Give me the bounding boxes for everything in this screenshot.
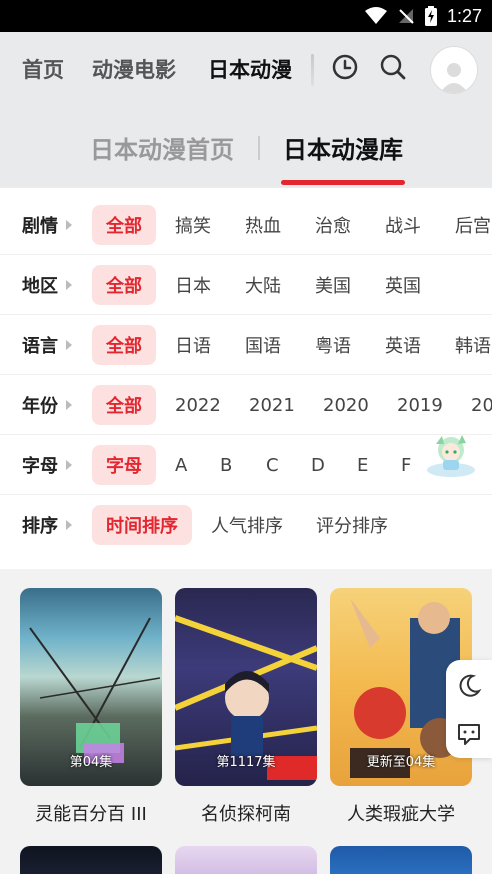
filter-option[interactable]: A — [175, 445, 187, 485]
filter-option[interactable]: 英国 — [385, 265, 421, 305]
user-avatar[interactable] — [430, 46, 478, 94]
filter-option[interactable]: 人气排序 — [211, 505, 283, 545]
filter-option[interactable]: 时间排序 — [92, 505, 192, 545]
tab-home[interactable]: 首页 — [22, 54, 64, 84]
history-button[interactable] — [329, 51, 361, 83]
filter-option[interactable]: 搞笑 — [175, 205, 211, 245]
dark-mode-button[interactable] — [446, 662, 492, 710]
filter-option[interactable]: 全部 — [92, 265, 156, 305]
episode-badge: 第1117集 — [216, 755, 276, 770]
filter-row-year: 年份 全部 2022 2021 2020 2019 20 — [0, 375, 492, 435]
tab-label: 首页 — [22, 58, 64, 82]
caret-right-icon — [66, 400, 72, 410]
poster-image: 第04集 — [20, 588, 162, 786]
card-title: 灵能百分百 III — [35, 804, 147, 825]
anime-card-partial[interactable] — [175, 846, 317, 874]
search-icon — [380, 54, 406, 80]
filter-option[interactable]: 2021 — [249, 385, 295, 425]
caret-right-icon — [66, 340, 72, 350]
filter-option[interactable]: 日本 — [175, 265, 211, 305]
filter-option[interactable]: 后宫 — [455, 205, 491, 245]
sub-tabs: 日本动漫首页 日本动漫库 — [0, 122, 492, 187]
caret-right-icon — [66, 460, 72, 470]
tab-anime-home[interactable]: 日本动漫首页 — [90, 130, 234, 165]
tab-label: 日本动漫首页 — [90, 136, 234, 164]
feedback-icon — [458, 724, 480, 745]
side-toolbar — [446, 660, 492, 758]
poster-image: 第1117集 — [175, 588, 317, 786]
filter-row-genre: 剧情 全部 搞笑 热血 治愈 战斗 后宫 — [0, 195, 492, 255]
filter-label: 语言 — [22, 315, 72, 375]
filter-row-region: 地区 全部 日本 大陆 美国 英国 — [0, 255, 492, 315]
filter-label: 排序 — [22, 495, 72, 555]
moon-icon — [459, 674, 482, 697]
filter-option[interactable]: 治愈 — [315, 205, 351, 245]
signal-icon — [398, 9, 414, 24]
tab-anime-movies[interactable]: 动漫电影 — [92, 54, 176, 84]
nav-divider — [311, 54, 314, 86]
search-button[interactable] — [377, 51, 409, 83]
filter-option[interactable]: 国语 — [245, 325, 281, 365]
tab-label: 动漫电影 — [92, 58, 176, 82]
filter-label: 地区 — [22, 255, 72, 315]
battery-icon — [424, 6, 437, 26]
caret-right-icon — [66, 220, 72, 230]
filter-option[interactable]: 全部 — [92, 385, 156, 425]
filter-option[interactable]: 英语 — [385, 325, 421, 365]
card-title: 人类瑕疵大学 — [347, 804, 455, 825]
feedback-button[interactable] — [446, 710, 492, 758]
filter-option[interactable]: 粤语 — [315, 325, 351, 365]
tab-label: 日本动漫 — [208, 58, 292, 82]
card-title: 名侦探柯南 — [201, 804, 291, 825]
avatar-icon — [440, 63, 468, 93]
filter-option[interactable]: 评分排序 — [316, 505, 388, 545]
filter-option[interactable]: F — [401, 445, 411, 485]
filter-option[interactable]: 2022 — [175, 385, 221, 425]
anime-card-partial[interactable] — [20, 846, 162, 874]
filter-row-sort: 排序 时间排序 人气排序 评分排序 — [0, 495, 492, 555]
episode-badge: 第04集 — [69, 755, 113, 770]
filter-option[interactable]: D — [311, 445, 325, 485]
filter-option[interactable]: E — [357, 445, 368, 485]
tab-anime-library[interactable]: 日本动漫库 — [283, 130, 403, 165]
tab-label: 日本动漫库 — [283, 136, 403, 164]
top-nav: 首页 动漫电影 日本动漫 — [0, 32, 492, 104]
filter-option[interactable]: B — [220, 445, 232, 485]
caret-right-icon — [66, 520, 72, 530]
filter-option[interactable]: 日语 — [175, 325, 211, 365]
filter-option[interactable]: 热血 — [245, 205, 281, 245]
filter-panel: 剧情 全部 搞笑 热血 治愈 战斗 后宫 地区 全部 日本 大陆 美国 英国 语… — [0, 187, 492, 569]
filter-option[interactable]: 韩语 — [455, 325, 491, 365]
filter-label: 剧情 — [22, 195, 72, 255]
filter-row-language: 语言 全部 日语 国语 粤语 英语 韩语 — [0, 315, 492, 375]
filter-label: 字母 — [22, 435, 72, 495]
anime-grid: 第04集 灵能百分百 III 第1117集 名侦探柯南 更新至04集 人类瑕疵大… — [0, 569, 492, 874]
filter-label: 年份 — [22, 375, 72, 435]
filter-option[interactable]: 2019 — [397, 385, 443, 425]
filter-option[interactable]: 美国 — [315, 265, 351, 305]
filter-option[interactable]: 全部 — [92, 325, 156, 365]
tab-japanese-anime[interactable]: 日本动漫 — [208, 54, 292, 87]
filter-option[interactable]: 20 — [471, 385, 492, 425]
sub-tab-divider — [258, 136, 260, 160]
filter-option[interactable]: 2020 — [323, 385, 369, 425]
caret-right-icon — [66, 280, 72, 290]
anime-card[interactable]: 第1117集 名侦探柯南 — [175, 588, 317, 826]
status-bar: 1:27 — [0, 0, 492, 32]
header: 首页 动漫电影 日本动漫 日本动漫首页 日本动漫库 — [0, 32, 492, 187]
clock: 1:27 — [446, 5, 482, 26]
active-subtab-indicator — [281, 180, 405, 185]
anime-card-partial[interactable] — [330, 846, 472, 874]
anime-card[interactable]: 第04集 灵能百分百 III — [20, 588, 162, 826]
filter-row-letter: 字母 字母 A B C D E F — [0, 435, 492, 495]
wifi-icon — [364, 7, 387, 24]
filter-option[interactable]: 战斗 — [385, 205, 421, 245]
filter-option[interactable]: 全部 — [92, 205, 156, 245]
filter-option[interactable]: 字母 — [92, 445, 156, 485]
history-icon — [332, 54, 358, 80]
filter-option[interactable]: C — [266, 445, 279, 485]
mascot-sticker[interactable] — [424, 430, 478, 478]
filter-option[interactable]: 大陆 — [245, 265, 281, 305]
